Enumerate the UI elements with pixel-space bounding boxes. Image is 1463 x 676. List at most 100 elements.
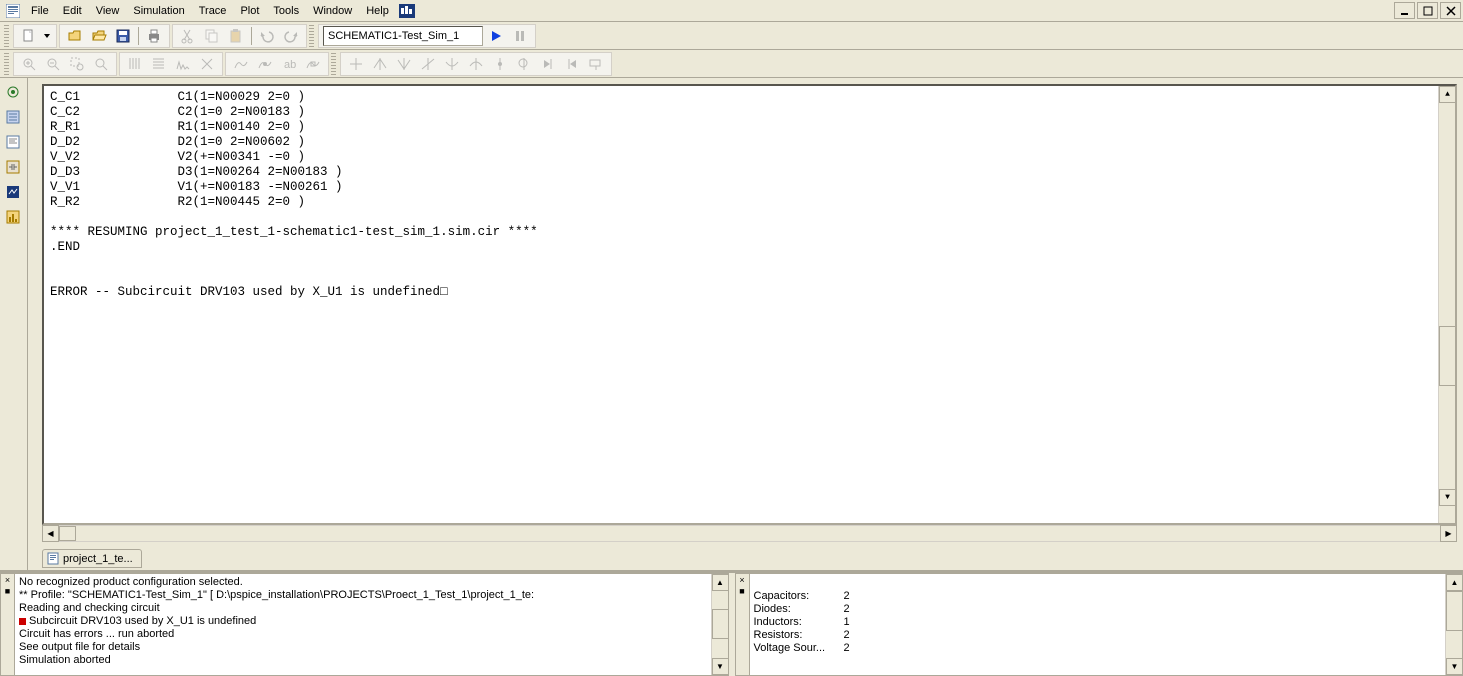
- menu-plot[interactable]: Plot: [233, 3, 266, 19]
- panel-handle[interactable]: × ■: [736, 574, 750, 675]
- log-x-icon[interactable]: [124, 54, 146, 74]
- vertical-scrollbar[interactable]: ▲ ▼: [1438, 86, 1455, 523]
- paste-button[interactable]: [225, 26, 247, 46]
- scrollbar-thumb[interactable]: [1446, 591, 1463, 631]
- close-button[interactable]: [1440, 2, 1461, 19]
- view-netlist-icon[interactable]: [2, 106, 24, 128]
- pin-icon[interactable]: ■: [739, 586, 744, 596]
- dropdown-arrow-icon[interactable]: [42, 26, 52, 46]
- menu-simulation[interactable]: Simulation: [126, 3, 191, 19]
- menu-view[interactable]: View: [89, 3, 127, 19]
- log-row[interactable]: See output file for details: [19, 641, 707, 654]
- scroll-left-icon[interactable]: ◀: [42, 525, 59, 542]
- vertical-scrollbar[interactable]: ▲ ▼: [711, 574, 728, 675]
- fft-icon[interactable]: [172, 54, 194, 74]
- zoom-fit-icon[interactable]: [90, 54, 112, 74]
- print-button[interactable]: [143, 26, 165, 46]
- cursor-max-icon[interactable]: [465, 54, 487, 74]
- view-results-icon[interactable]: [2, 206, 24, 228]
- eval-icon[interactable]: [254, 54, 276, 74]
- menu-tools[interactable]: Tools: [266, 3, 306, 19]
- stats-label: Resistors:: [754, 629, 844, 642]
- document-icon: [47, 552, 60, 565]
- device-summary[interactable]: Capacitors:2Diodes:2Inductors:1Resistors…: [750, 574, 1446, 675]
- scroll-up-icon[interactable]: ▲: [1446, 574, 1463, 591]
- output-text[interactable]: C_C1 C1(1=N00029 2=0 ) C_C2 C2(1=0 2=N00…: [44, 86, 1438, 523]
- log-line: No recognized product configuration sele…: [19, 576, 243, 588]
- scroll-right-icon[interactable]: ▶: [1440, 525, 1457, 542]
- menu-window[interactable]: Window: [306, 3, 359, 19]
- scroll-down-icon[interactable]: ▼: [1439, 489, 1456, 506]
- stats-value: 2: [844, 642, 850, 655]
- scroll-down-icon[interactable]: ▼: [1446, 658, 1463, 675]
- scrollbar-thumb[interactable]: [59, 526, 76, 541]
- open-folder-button[interactable]: [88, 26, 110, 46]
- menu-trace[interactable]: Trace: [192, 3, 234, 19]
- cursor-label-icon[interactable]: [585, 54, 607, 74]
- log-row[interactable]: Circuit has errors ... run aborted: [19, 628, 707, 641]
- stats-row: Diodes:2: [754, 603, 1442, 616]
- log-row[interactable]: No recognized product configuration sele…: [19, 576, 707, 589]
- cursor-slope-icon[interactable]: [417, 54, 439, 74]
- toolbar-grip[interactable]: [4, 53, 9, 75]
- panel-handle[interactable]: × ■: [1, 574, 15, 675]
- toolbar-secondary: ab: [0, 50, 1463, 78]
- redo-button[interactable]: [280, 26, 302, 46]
- scroll-up-icon[interactable]: ▲: [1439, 86, 1456, 103]
- scrollbar-thumb[interactable]: [712, 609, 729, 639]
- menu-file[interactable]: File: [24, 3, 56, 19]
- cursor-prev-icon[interactable]: [561, 54, 583, 74]
- minimize-button[interactable]: [1394, 2, 1415, 19]
- undo-button[interactable]: [256, 26, 278, 46]
- horizontal-scrollbar[interactable]: ◀ ▶: [42, 525, 1457, 542]
- log-row[interactable]: Subcircuit DRV103 used by X_U1 is undefi…: [19, 615, 707, 628]
- probe-voltage-icon[interactable]: [2, 81, 24, 103]
- log-row[interactable]: Simulation aborted: [19, 654, 707, 667]
- pin-icon[interactable]: ■: [5, 586, 10, 596]
- scrollbar-thumb[interactable]: [1439, 326, 1456, 386]
- vertical-scrollbar[interactable]: ▲ ▼: [1445, 574, 1462, 675]
- log-row[interactable]: ** Profile: "SCHEMATIC1-Test_Sim_1" [ D:…: [19, 589, 707, 602]
- cursor-icon[interactable]: [345, 54, 367, 74]
- zoom-out-icon[interactable]: [42, 54, 64, 74]
- mark-icon[interactable]: [302, 54, 324, 74]
- cursor-peak-icon[interactable]: [369, 54, 391, 74]
- cursor-next-icon[interactable]: [537, 54, 559, 74]
- toolbar-grip[interactable]: [4, 25, 9, 47]
- simulation-profile-field[interactable]: SCHEMATIC1-Test_Sim_1: [323, 26, 483, 46]
- toolbar-grip[interactable]: [331, 53, 336, 75]
- view-circuit-icon[interactable]: [2, 156, 24, 178]
- cursor-point-icon[interactable]: [489, 54, 511, 74]
- document-tab[interactable]: project_1_te...: [42, 549, 142, 568]
- scroll-down-icon[interactable]: ▼: [712, 658, 729, 675]
- zoom-area-icon[interactable]: [66, 54, 88, 74]
- cut-button[interactable]: [177, 26, 199, 46]
- close-icon[interactable]: ×: [5, 575, 10, 585]
- menu-help[interactable]: Help: [359, 3, 396, 19]
- open-button[interactable]: [64, 26, 86, 46]
- log-row[interactable]: Reading and checking circuit: [19, 602, 707, 615]
- log-line: ** Profile: "SCHEMATIC1-Test_Sim_1" [ D:…: [19, 589, 534, 601]
- cursor-trough-icon[interactable]: [393, 54, 415, 74]
- new-button[interactable]: [18, 26, 40, 46]
- cursor-search-icon[interactable]: [513, 54, 535, 74]
- copy-button[interactable]: [201, 26, 223, 46]
- scroll-up-icon[interactable]: ▲: [712, 574, 729, 591]
- menu-edit[interactable]: Edit: [56, 3, 89, 19]
- close-icon[interactable]: ×: [739, 575, 744, 585]
- save-button[interactable]: [112, 26, 134, 46]
- document-tab-label: project_1_te...: [63, 553, 133, 565]
- pause-button[interactable]: [509, 26, 531, 46]
- run-button[interactable]: [485, 26, 507, 46]
- trace-icon[interactable]: [230, 54, 252, 74]
- toolbar-grip[interactable]: [309, 25, 314, 47]
- text-label-icon[interactable]: ab: [278, 54, 300, 74]
- log-y-icon[interactable]: [148, 54, 170, 74]
- performance-icon[interactable]: [196, 54, 218, 74]
- zoom-in-icon[interactable]: [18, 54, 40, 74]
- view-sim-icon[interactable]: [2, 181, 24, 203]
- cursor-min-icon[interactable]: [441, 54, 463, 74]
- view-output-icon[interactable]: [2, 131, 24, 153]
- simulation-log[interactable]: No recognized product configuration sele…: [15, 574, 711, 675]
- restore-button[interactable]: [1417, 2, 1438, 19]
